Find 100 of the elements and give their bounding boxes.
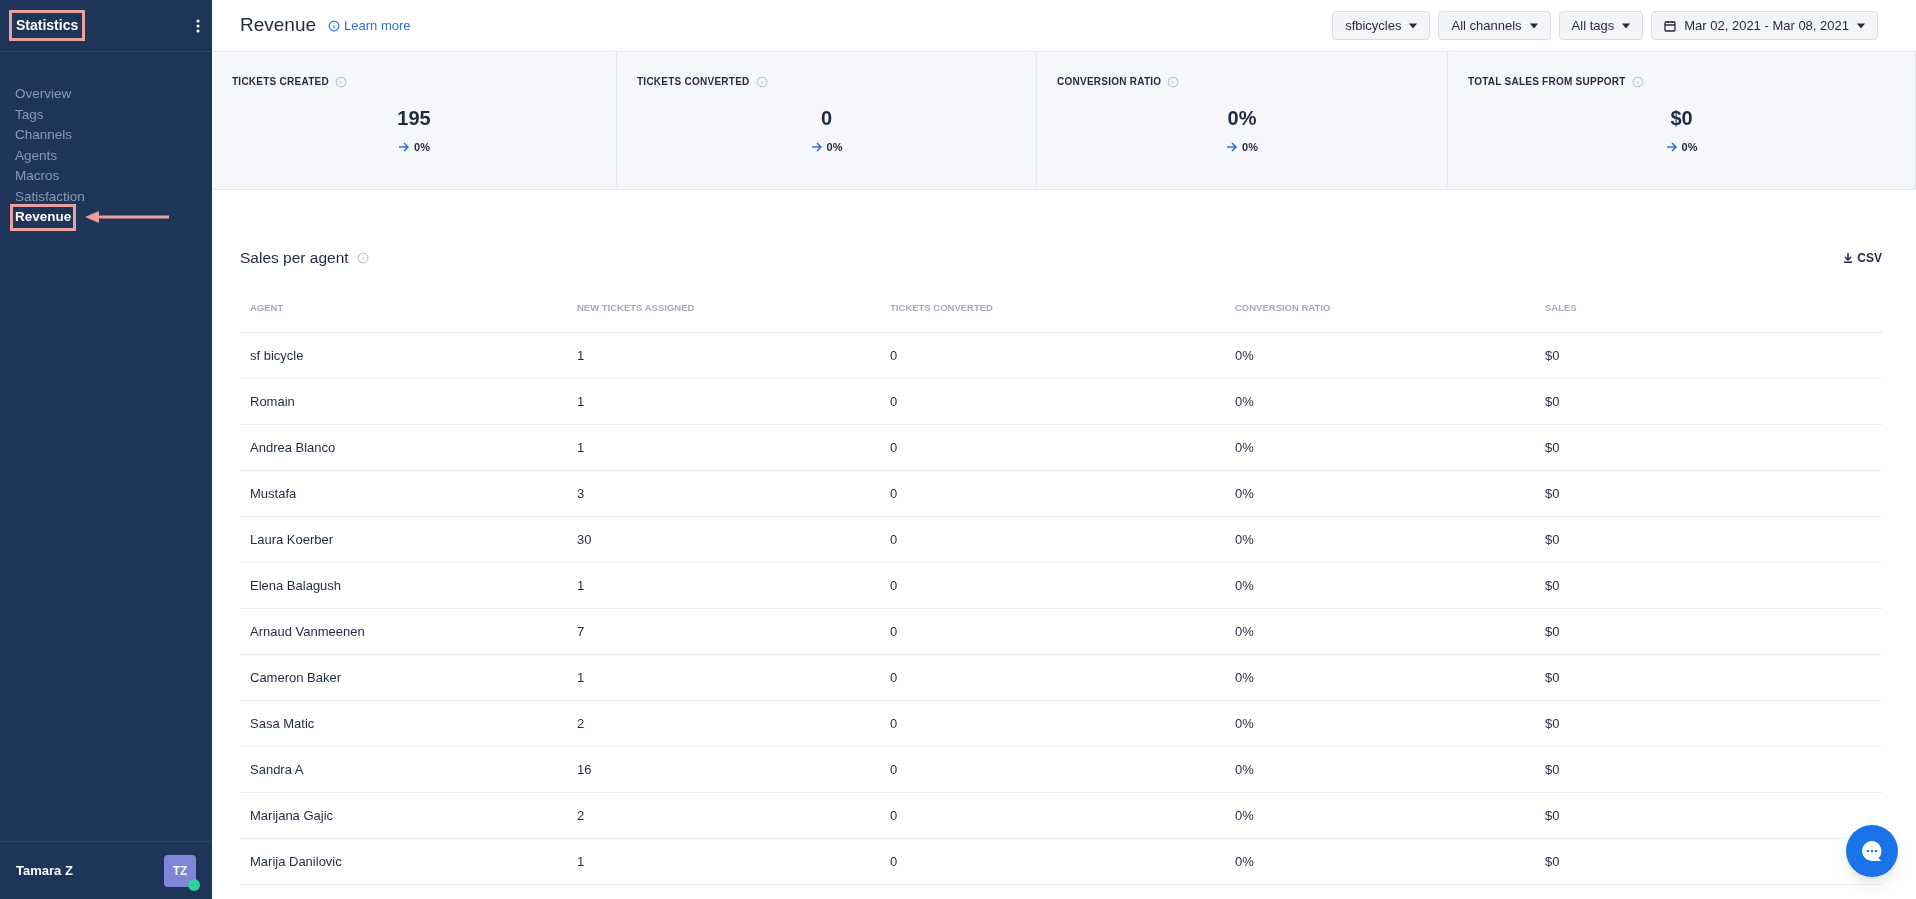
stat-value: 0% bbox=[1227, 106, 1257, 131]
stat-label: TOTAL SALES FROM SUPPORT bbox=[1468, 75, 1626, 89]
table-cell-text: 0% bbox=[1235, 577, 1255, 595]
table-cell-text: 0% bbox=[1235, 347, 1255, 365]
table-cell-text: 2 bbox=[577, 715, 586, 733]
caret-icon bbox=[1409, 22, 1418, 29]
table-cell-text: Elena Balagush bbox=[250, 577, 343, 595]
caret-icon bbox=[1622, 22, 1631, 29]
table-cell-text: Sasa Matic bbox=[250, 715, 316, 733]
date-range-dropdown[interactable]: Mar 02, 2021 - Mar 08, 2021 bbox=[1651, 11, 1878, 40]
more-options-icon[interactable] bbox=[196, 18, 200, 33]
filter-dropdown[interactable]: All tags bbox=[1558, 11, 1644, 40]
table-cell-text: 0% bbox=[1235, 669, 1255, 687]
table-cell-text: 0 bbox=[890, 669, 899, 687]
table-cell-text: 0 bbox=[890, 531, 899, 549]
info-icon bbox=[1167, 75, 1180, 88]
caret-icon bbox=[1857, 22, 1865, 29]
table-cell-text: 0% bbox=[1235, 485, 1255, 503]
csv-export-button[interactable]: CSV bbox=[1843, 248, 1882, 267]
table-cell-text: 30 bbox=[577, 531, 593, 549]
sidebar-item[interactable]: Agents bbox=[15, 145, 58, 166]
chat-button[interactable] bbox=[1846, 825, 1898, 877]
stat-change: 0% bbox=[1242, 140, 1258, 155]
table-cell-text: 0% bbox=[1235, 807, 1255, 825]
info-icon bbox=[328, 19, 341, 32]
table-cell-text: 0% bbox=[1235, 439, 1255, 457]
filter-dropdown[interactable]: sfbicycles bbox=[1332, 11, 1431, 40]
table-cell-text: 16 bbox=[577, 761, 593, 779]
page-title: Revenue bbox=[240, 13, 317, 38]
stat-value: 0 bbox=[820, 106, 833, 131]
table-cell-text: 0% bbox=[1235, 393, 1255, 411]
table-cell-text: 0% bbox=[1235, 853, 1255, 871]
learn-more-link[interactable]: Learn more bbox=[328, 15, 411, 36]
table-cell-text: 1 bbox=[577, 347, 586, 365]
sidebar-item[interactable]: Tags bbox=[15, 104, 44, 125]
table-cell-text: 1 bbox=[577, 669, 586, 687]
column-header: TICKETS CONVERTED bbox=[890, 300, 994, 315]
sidebar-item[interactable]: Overview bbox=[15, 84, 72, 105]
table-cell-text: 0 bbox=[890, 623, 899, 641]
table-cell-text: $0 bbox=[1545, 669, 1561, 687]
stat-value: $0 bbox=[1670, 106, 1693, 131]
sidebar-item[interactable]: Satisfaction bbox=[15, 186, 85, 207]
table-cell-text: Laura Koerber bbox=[250, 531, 335, 549]
table-cell-text: 0% bbox=[1235, 623, 1255, 641]
table-cell-text: 7 bbox=[577, 623, 586, 641]
column-header: CONVERSION RATIO bbox=[1235, 300, 1332, 315]
table-cell-text: 0 bbox=[890, 485, 899, 503]
arrow-right-icon bbox=[1226, 141, 1239, 154]
table-cell-text: Arnaud Vanmeenen bbox=[250, 623, 366, 641]
table-cell-text: 1 bbox=[577, 853, 586, 871]
table-cell-text: 0% bbox=[1235, 761, 1255, 779]
stat-label: CONVERSION RATIO bbox=[1057, 75, 1162, 89]
table-cell-text: 0 bbox=[890, 807, 899, 825]
sidebar-title: Statistics bbox=[12, 13, 83, 38]
table-cell-text: $0 bbox=[1545, 393, 1561, 411]
table-cell-text: Cameron Baker bbox=[250, 669, 343, 687]
chat-bubble-icon bbox=[1860, 839, 1884, 863]
table-cell-text: 0 bbox=[890, 853, 899, 871]
table-cell-text: $0 bbox=[1545, 853, 1561, 871]
filter-dropdown[interactable]: All channels bbox=[1438, 11, 1551, 40]
table-cell-text: 0 bbox=[890, 439, 899, 457]
table-cell-text: $0 bbox=[1545, 761, 1561, 779]
table-cell-text: 0% bbox=[1235, 531, 1255, 549]
arrow-right-icon bbox=[1665, 141, 1678, 154]
info-icon bbox=[356, 251, 369, 264]
stat-label: TICKETS CREATED bbox=[232, 75, 329, 89]
download-icon bbox=[1843, 252, 1854, 263]
table-cell-text: 1 bbox=[577, 577, 586, 595]
table-cell-text: $0 bbox=[1545, 485, 1561, 503]
table-cell-text: $0 bbox=[1545, 439, 1561, 457]
table-cell-text: $0 bbox=[1545, 715, 1561, 733]
table-cell-text: Marijana Gajic bbox=[250, 807, 335, 825]
table-cell-text: 0 bbox=[890, 347, 899, 365]
info-icon bbox=[334, 75, 347, 88]
table-cell-text: $0 bbox=[1545, 531, 1561, 549]
calendar-icon bbox=[1664, 19, 1677, 32]
table-cell-text: 0% bbox=[1235, 715, 1255, 733]
table-cell-text: 2 bbox=[577, 807, 586, 825]
arrow-right-icon bbox=[810, 141, 823, 154]
sidebar-item[interactable]: Macros bbox=[15, 166, 60, 187]
table-cell-text: 0 bbox=[890, 715, 899, 733]
arrow-right-icon bbox=[398, 141, 411, 154]
table-cell-text: $0 bbox=[1545, 577, 1561, 595]
column-header: SALES bbox=[1545, 300, 1578, 315]
table-cell-text: Mustafa bbox=[250, 485, 298, 503]
table-cell-text: Andrea Blanco bbox=[250, 439, 337, 457]
table-cell-text: 0 bbox=[890, 761, 899, 779]
table-title: Sales per agent bbox=[240, 248, 349, 268]
table-cell-text: sf bicycle bbox=[250, 347, 305, 365]
info-icon bbox=[1631, 75, 1644, 88]
column-header: NEW TICKETS ASSIGNED bbox=[577, 300, 696, 315]
table-cell-text: $0 bbox=[1545, 347, 1561, 365]
table-cell-text: $0 bbox=[1545, 623, 1561, 641]
caret-icon bbox=[1529, 22, 1538, 29]
sidebar-item[interactable]: Channels bbox=[15, 125, 73, 146]
stat-value: 195 bbox=[397, 106, 431, 131]
table-cell-text: 1 bbox=[577, 393, 586, 411]
column-header: AGENT bbox=[250, 300, 285, 315]
sidebar-item[interactable]: Revenue bbox=[13, 207, 74, 228]
stat-change: 0% bbox=[1681, 140, 1698, 155]
